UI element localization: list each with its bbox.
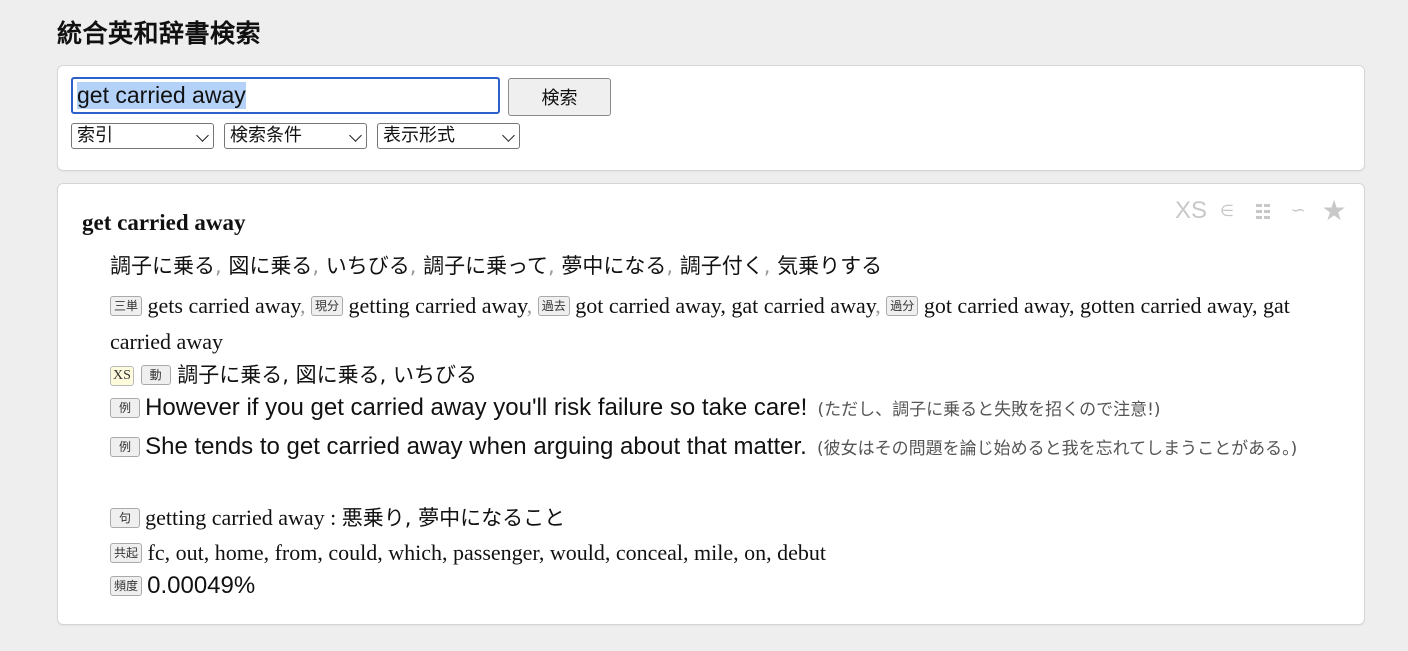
example-line: 例 However if you get carried away you'll… xyxy=(110,394,1334,422)
inflection-badge: 三単 xyxy=(110,296,143,316)
inflections-line: 三単 gets carried away, 現分 getting carried… xyxy=(110,293,1290,354)
inflection-forms: gets carried away xyxy=(147,293,301,318)
translation: 調子に乗る xyxy=(110,254,215,278)
example-japanese: (彼女はその問題を論じ始めると我を忘れてしまうことがある。) xyxy=(817,439,1298,459)
index-select-value: 索引 xyxy=(77,125,113,146)
star-icon[interactable]: ★ xyxy=(1316,194,1352,227)
frequency-badge: 頻度 xyxy=(110,576,143,596)
chevron-down-icon xyxy=(196,129,209,142)
pos-badge: 動 xyxy=(140,365,171,385)
search-condition-select-value: 検索条件 xyxy=(230,125,302,146)
display-format-select-value: 表示形式 xyxy=(383,125,455,146)
search-button[interactable]: 検索 xyxy=(508,78,611,116)
index-select[interactable]: 索引 xyxy=(71,123,214,149)
inflection-forms: getting carried away xyxy=(348,293,527,318)
result-toolbar: XS ∈ ∽ ★ xyxy=(1172,194,1352,227)
sense-line: XS 動 調子に乗る, 図に乗る, いちびる xyxy=(110,359,1334,389)
phrase-separator: : xyxy=(324,505,342,530)
grid-icon[interactable] xyxy=(1244,201,1280,221)
translation: 図に乗る xyxy=(228,254,313,278)
phrase-english: getting carried away xyxy=(145,505,325,530)
example-japanese: (ただし、調子に乗ると失敗を招くので注意!) xyxy=(817,400,1161,420)
frequency-line: 頻度 0.00049% xyxy=(110,572,1334,600)
level-badge: XS xyxy=(110,366,134,386)
translation: 調子付く xyxy=(679,254,764,278)
example-badge: 例 xyxy=(110,437,140,457)
translation: 気乗りする xyxy=(777,254,883,278)
entry-headword: get carried away xyxy=(82,210,246,235)
page-title: 統合英和辞書検索 xyxy=(57,19,262,48)
phrase-japanese: 悪乗り, 夢中になること xyxy=(341,506,566,530)
example-english: She tends to get carried away when argui… xyxy=(145,433,807,460)
xs-icon[interactable]: XS xyxy=(1172,197,1210,225)
result-panel: XS ∈ ∽ ★ get carried away 調子に乗る, 図に乗る, い… xyxy=(57,183,1365,625)
inflection-badge: 過分 xyxy=(886,296,919,316)
inflection-badge: 現分 xyxy=(311,296,344,316)
cooccurrence-line: 共起 fc, out, home, from, could, which, pa… xyxy=(110,540,1334,566)
element-of-icon[interactable]: ∈ xyxy=(1210,201,1244,220)
chevron-down-icon xyxy=(502,129,515,142)
search-input[interactable] xyxy=(71,77,500,114)
translation: 調子に乗って xyxy=(423,254,549,278)
translation: 夢中になる xyxy=(561,254,667,278)
phrase-line: 句 getting carried away : 悪乗り, 夢中になること xyxy=(110,502,1334,532)
translations-line: 調子に乗る, 図に乗る, いちびる, 調子に乗って, 夢中になる, 調子付く, … xyxy=(110,254,883,278)
example-english: However if you get carried away you'll r… xyxy=(145,394,808,421)
cooccurrence-badge: 共起 xyxy=(110,543,143,563)
inflection-badge: 過去 xyxy=(537,296,570,316)
example-badge: 例 xyxy=(110,398,140,418)
display-format-select[interactable]: 表示形式 xyxy=(377,123,520,149)
link-icon[interactable]: ∽ xyxy=(1280,200,1316,221)
inflection-forms: got carried away, gat carried away xyxy=(575,293,876,318)
cooccurrence-words: fc, out, home, from, could, which, passe… xyxy=(147,540,827,565)
phrase-badge: 句 xyxy=(110,508,140,528)
sense-text: 調子に乗る, 図に乗る, いちびる xyxy=(177,363,477,387)
chevron-down-icon xyxy=(349,129,362,142)
search-condition-select[interactable]: 検索条件 xyxy=(224,123,367,149)
frequency-value: 0.00049% xyxy=(147,572,256,599)
translation: いちびる xyxy=(325,254,410,278)
example-line: 例 She tends to get carried away when arg… xyxy=(110,428,1334,468)
search-panel: 検索 索引 検索条件 表示形式 xyxy=(57,65,1365,171)
